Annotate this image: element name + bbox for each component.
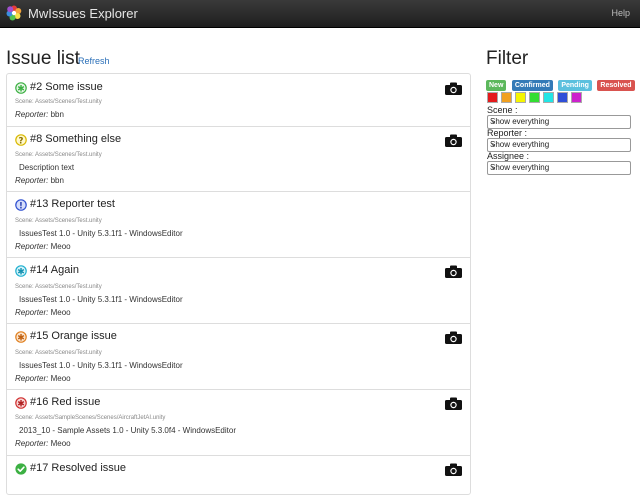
issue-title[interactable]: #15 Orange issue	[30, 330, 117, 342]
issue-reporter: Reporter: Meoo	[15, 308, 71, 317]
issue-reporter: Reporter: bbn	[15, 176, 64, 185]
camera-icon[interactable]	[445, 82, 462, 95]
reporter-label: Reporter:	[15, 308, 49, 317]
issue-description: IssuesTest 1.0 - Unity 5.3.1f1 - Windows…	[19, 295, 183, 304]
reporter-label: Reporter:	[15, 242, 49, 251]
scene-filter-select[interactable]: Show everything ⌄	[487, 115, 631, 129]
issue-scene: Scene: Assets/Scenes/Test.unity	[15, 350, 102, 356]
color-swatch-orange[interactable]	[501, 92, 512, 103]
tag-resolved[interactable]: Resolved	[597, 80, 635, 91]
assignee-filter-label: Assignee :	[487, 151, 530, 161]
question-status-icon: ?	[15, 134, 27, 146]
app-logo-icon	[6, 5, 22, 21]
issue-reporter: Reporter: Meoo	[15, 374, 71, 383]
chevron-down-icon: ⌄	[490, 116, 497, 125]
issue-title[interactable]: #13 Reporter test	[30, 198, 115, 210]
reporter-name: Meoo	[50, 374, 71, 383]
top-navbar: MwIssues Explorer Help	[0, 0, 640, 28]
color-swatch-red[interactable]	[487, 92, 498, 103]
color-swatch-yellow[interactable]	[515, 92, 526, 103]
issue-list-heading: Issue list	[6, 48, 80, 69]
reporter-filter-select[interactable]: Show everything ⌄	[487, 138, 631, 152]
help-link[interactable]: Help	[611, 8, 630, 18]
issue-scene: Scene: Assets/Scenes/Test.unity	[15, 152, 102, 158]
reporter-name: bbn	[50, 176, 64, 185]
reporter-label: Reporter:	[15, 439, 49, 448]
svg-text:✱: ✱	[17, 267, 25, 277]
issue-scene: Scene: Assets/SampleScenes/Scenes/Aircra…	[15, 415, 166, 421]
svg-text:✱: ✱	[17, 333, 25, 343]
reporter-label: Reporter:	[15, 176, 49, 185]
assignee-filter-select[interactable]: Show everything ⌄	[487, 161, 631, 175]
camera-icon[interactable]	[445, 331, 462, 344]
color-swatch-cyan[interactable]	[543, 92, 554, 103]
camera-icon[interactable]	[445, 463, 462, 476]
issue-scene: Scene: Assets/Scenes/Test.unity	[15, 218, 102, 224]
check-status-icon	[15, 463, 27, 475]
cyan-status-icon: ✱	[15, 265, 27, 277]
chevron-down-icon: ⌄	[490, 162, 497, 171]
filter-heading: Filter	[486, 48, 529, 69]
issue-reporter: Reporter: Meoo	[15, 439, 71, 448]
issue-item[interactable]: ✱ #15 Orange issue Scene: Assets/Scenes/…	[7, 323, 470, 390]
red-status-icon: ✱	[15, 397, 27, 409]
issue-item[interactable]: ✱ #14 Again Scene: Assets/Scenes/Test.un…	[7, 257, 470, 324]
reporter-name: Meoo	[50, 242, 71, 251]
issue-scene: Scene: Assets/Scenes/Test.unity	[15, 99, 102, 105]
issue-title[interactable]: #8 Something else	[30, 133, 121, 145]
issue-description: 2013_10 - Sample Assets 1.0 - Unity 5.3.…	[19, 426, 236, 435]
app-title: MwIssues Explorer	[28, 6, 138, 21]
svg-text:?: ?	[19, 136, 24, 146]
issue-reporter: Reporter: Meoo	[15, 242, 71, 251]
issue-item[interactable]: ✱ #2 Some issue Scene: Assets/Scenes/Tes…	[7, 74, 470, 127]
issue-description: IssuesTest 1.0 - Unity 5.3.1f1 - Windows…	[19, 361, 183, 370]
issue-item[interactable]: ! #13 Reporter test Scene: Assets/Scenes…	[7, 191, 470, 258]
refresh-link[interactable]: Refresh	[78, 56, 110, 66]
reporter-name: Meoo	[50, 439, 71, 448]
issue-item[interactable]: ? #8 Something else Scene: Assets/Scenes…	[7, 126, 470, 192]
camera-icon[interactable]	[445, 265, 462, 278]
svg-text:!: !	[19, 201, 23, 211]
color-swatch-purple[interactable]	[571, 92, 582, 103]
issue-list: ✱ #2 Some issue Scene: Assets/Scenes/Tes…	[6, 73, 471, 495]
svg-text:✱: ✱	[17, 399, 25, 409]
new-status-icon: ✱	[15, 82, 27, 94]
issue-reporter: Reporter: bbn	[15, 110, 64, 119]
issue-title[interactable]: #17 Resolved issue	[30, 462, 126, 474]
reporter-filter-label: Reporter :	[487, 128, 528, 138]
color-swatch-blue[interactable]	[557, 92, 568, 103]
issue-item[interactable]: ✱ #16 Red issue Scene: Assets/SampleScen…	[7, 389, 470, 456]
chevron-down-icon: ⌄	[490, 139, 497, 148]
camera-icon[interactable]	[445, 397, 462, 410]
reporter-name: bbn	[50, 110, 64, 119]
issue-scene: Scene: Assets/Scenes/Test.unity	[15, 284, 102, 290]
orange-status-icon: ✱	[15, 331, 27, 343]
issue-title[interactable]: #16 Red issue	[30, 396, 100, 408]
camera-icon[interactable]	[445, 134, 462, 147]
exclamation-status-icon: !	[15, 199, 27, 211]
issue-description: Description text	[19, 163, 75, 172]
svg-text:✱: ✱	[17, 84, 25, 94]
issue-title[interactable]: #2 Some issue	[30, 81, 103, 93]
reporter-label: Reporter:	[15, 110, 49, 119]
issue-title[interactable]: #14 Again	[30, 264, 79, 276]
reporter-name: Meoo	[50, 308, 71, 317]
scene-filter-label: Scene :	[487, 105, 518, 115]
issue-item[interactable]: #17 Resolved issue	[7, 455, 470, 494]
issue-description: IssuesTest 1.0 - Unity 5.3.1f1 - Windows…	[19, 229, 183, 238]
color-swatch-green[interactable]	[529, 92, 540, 103]
reporter-label: Reporter:	[15, 374, 49, 383]
